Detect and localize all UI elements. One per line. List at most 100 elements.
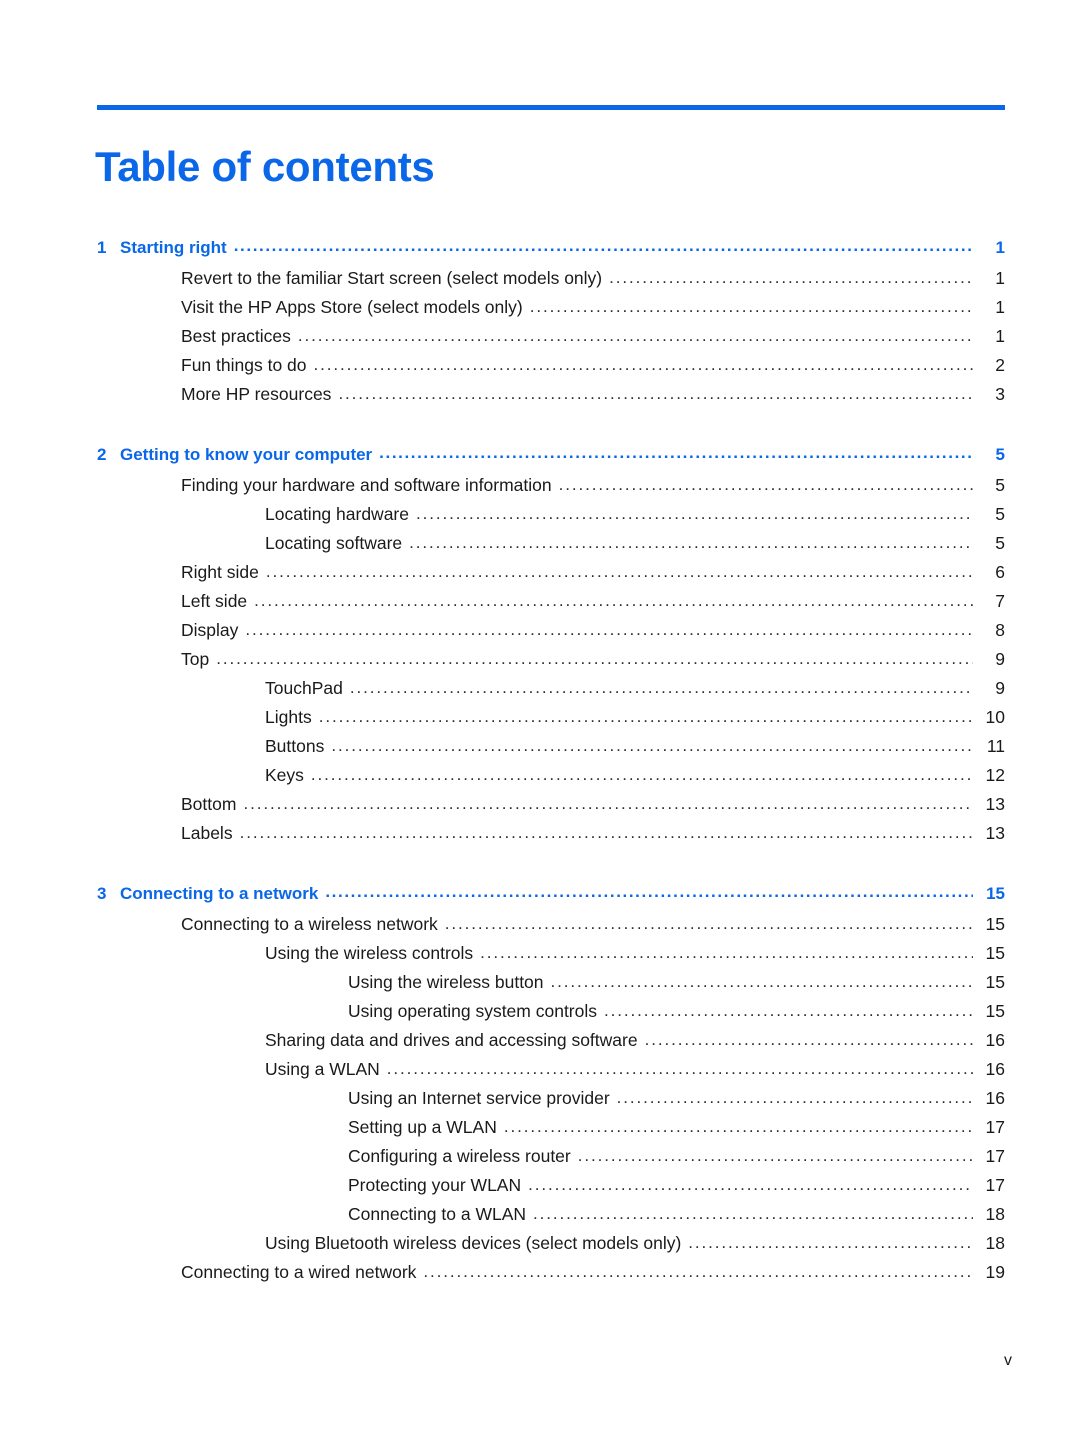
toc-page-number: 15 [985, 914, 1005, 934]
toc-entry-row[interactable]: Using an Internet service provider......… [97, 1088, 1005, 1117]
toc-entry-label: Left side [181, 591, 248, 611]
toc-page-number: 15 [985, 943, 1005, 963]
toc-leader-dots: ........................................… [297, 326, 973, 345]
toc-leader-dots: ........................................… [558, 475, 973, 494]
toc-entry-row[interactable]: Right side..............................… [97, 562, 1005, 591]
toc-page-number: 5 [995, 475, 1005, 495]
toc-leader-dots: ........................................… [233, 236, 973, 255]
toc-entry-row[interactable]: Protecting your WLAN....................… [97, 1175, 1005, 1204]
toc-entry-row[interactable]: Labels..................................… [97, 823, 1005, 852]
toc-entry-row[interactable]: Using a WLAN............................… [97, 1059, 1005, 1088]
page-folio-number: v [1004, 1352, 1012, 1369]
document-page: Table of contents 1 Starting right.......… [0, 0, 1080, 1437]
toc-leader-dots: ........................................… [409, 533, 973, 552]
toc-entry-label: Display [181, 620, 239, 640]
toc-entry-label: Connecting to a wireless network [181, 914, 438, 934]
toc-chapter-row[interactable]: 3 Connecting to a network................… [97, 882, 1005, 914]
toc-entry-label: Configuring a wireless router [348, 1146, 571, 1166]
toc-entry-row[interactable]: Setting up a WLAN.......................… [97, 1117, 1005, 1146]
toc-entry-label: Locating hardware [265, 504, 409, 524]
toc-leader-dots: ........................................… [423, 1262, 973, 1281]
toc-entry-row[interactable]: Connecting to a WLAN....................… [97, 1204, 1005, 1233]
toc-entry-row[interactable]: Visit the HP Apps Store (select models o… [97, 297, 1005, 326]
toc-page-number: 19 [985, 1262, 1005, 1282]
toc-leader-dots: ........................................… [528, 1175, 973, 1194]
toc-leader-dots: ........................................… [331, 736, 973, 755]
toc-entry-label: Visit the HP Apps Store (select models o… [181, 297, 523, 317]
toc-entry-row[interactable]: Sharing data and drives and accessing so… [97, 1030, 1005, 1059]
toc-leader-dots: ........................................… [325, 882, 973, 901]
toc-leader-dots: ........................................… [239, 823, 973, 842]
toc-entry-row[interactable]: Finding your hardware and software infor… [97, 475, 1005, 504]
toc-page-number: 1 [995, 268, 1005, 288]
toc-entry-row[interactable]: Using the wireless button...............… [97, 972, 1005, 1001]
toc-entry-label: Bottom [181, 794, 237, 814]
toc-page-number: 17 [985, 1146, 1005, 1166]
toc-page-number: 3 [995, 384, 1005, 404]
toc-leader-dots: ........................................… [313, 355, 974, 374]
toc-entry-label: Connecting to a network [120, 884, 319, 903]
toc-page-number: 17 [985, 1175, 1005, 1195]
toc-entry-row[interactable]: Top.....................................… [97, 649, 1005, 678]
toc-entry-label: Finding your hardware and software infor… [181, 475, 552, 495]
toc-page-number: 2 [995, 355, 1005, 375]
toc-entry-row[interactable]: Bottom..................................… [97, 794, 1005, 823]
toc-entry-row[interactable]: Configuring a wireless router...........… [97, 1146, 1005, 1175]
toc-entry-row[interactable]: Lights..................................… [97, 707, 1005, 736]
toc-entry-row[interactable]: Locating software.......................… [97, 533, 1005, 562]
toc-entry-label: Using a WLAN [265, 1059, 380, 1079]
toc-entry-row[interactable]: Using Bluetooth wireless devices (select… [97, 1233, 1005, 1262]
toc-entry-row[interactable]: Buttons.................................… [97, 736, 1005, 765]
toc-leader-dots: ........................................… [245, 620, 973, 639]
toc-entry-label: Getting to know your computer [120, 445, 373, 464]
toc-chapter-row[interactable]: 1 Starting right.........................… [97, 236, 1005, 268]
toc-entry-label: Top [181, 649, 210, 669]
toc-entry-row[interactable]: Using the wireless controls.............… [97, 943, 1005, 972]
toc-entry-label: Keys [265, 765, 304, 785]
toc-leader-dots: ........................................… [480, 943, 973, 962]
toc-page-number: 18 [985, 1204, 1005, 1224]
toc-entry-row[interactable]: Display.................................… [97, 620, 1005, 649]
toc-chapter-number: 1 [97, 238, 107, 257]
toc-leader-dots: ........................................… [550, 972, 973, 991]
toc-entry-row[interactable]: Connecting to a wired network...........… [97, 1262, 1005, 1291]
toc-entry-row[interactable]: Fun things to do........................… [97, 355, 1005, 384]
toc-leader-dots: ........................................… [415, 504, 973, 523]
toc-chapter-row[interactable]: 2 Getting to know your computer..........… [97, 443, 1005, 475]
toc-entry-row[interactable]: Best practices..........................… [97, 326, 1005, 355]
toc-entry-row[interactable]: Connecting to a wireless network........… [97, 914, 1005, 943]
toc-entry-row[interactable]: TouchPad................................… [97, 678, 1005, 707]
toc-entry-label: Using Bluetooth wireless devices (select… [265, 1233, 682, 1253]
toc-entry-label: Using the wireless controls [265, 943, 474, 963]
table-of-contents-list: 1 Starting right.........................… [97, 236, 1005, 1291]
toc-entry-label: Connecting to a wired network [181, 1262, 417, 1282]
toc-entry-label: Lights [265, 707, 312, 727]
toc-entry-row[interactable]: Left side...............................… [97, 591, 1005, 620]
toc-leader-dots: ........................................… [243, 794, 973, 813]
toc-entry-row[interactable]: Locating hardware.......................… [97, 504, 1005, 533]
toc-leader-dots: ........................................… [503, 1117, 973, 1136]
toc-page-number: 13 [985, 823, 1005, 843]
toc-leader-dots: ........................................… [688, 1233, 973, 1252]
toc-leader-dots: ........................................… [386, 1059, 973, 1078]
toc-page-number: 15 [986, 884, 1005, 903]
toc-entry-label: Fun things to do [181, 355, 307, 375]
toc-leader-dots: ........................................… [533, 1204, 973, 1223]
toc-page-number: 16 [985, 1088, 1005, 1108]
toc-page-number: 1 [995, 238, 1005, 257]
toc-leader-dots: ........................................… [318, 707, 973, 726]
toc-entry-label: Buttons [265, 736, 325, 756]
toc-entry-row[interactable]: Using operating system controls.........… [97, 1001, 1005, 1030]
toc-page-number: 9 [995, 649, 1005, 669]
toc-entry-row[interactable]: Keys....................................… [97, 765, 1005, 794]
toc-page-number: 17 [985, 1117, 1005, 1137]
toc-entry-label: Setting up a WLAN [348, 1117, 497, 1137]
toc-page-number: 1 [995, 297, 1005, 317]
toc-entry-row[interactable]: Revert to the familiar Start screen (sel… [97, 268, 1005, 297]
toc-entry-label: Locating software [265, 533, 403, 553]
toc-leader-dots: ........................................… [349, 678, 973, 697]
toc-leader-dots: ........................................… [310, 765, 973, 784]
toc-page-number: 8 [995, 620, 1005, 640]
toc-entry-row[interactable]: More HP resources.......................… [97, 384, 1005, 413]
toc-page-number: 13 [985, 794, 1005, 814]
